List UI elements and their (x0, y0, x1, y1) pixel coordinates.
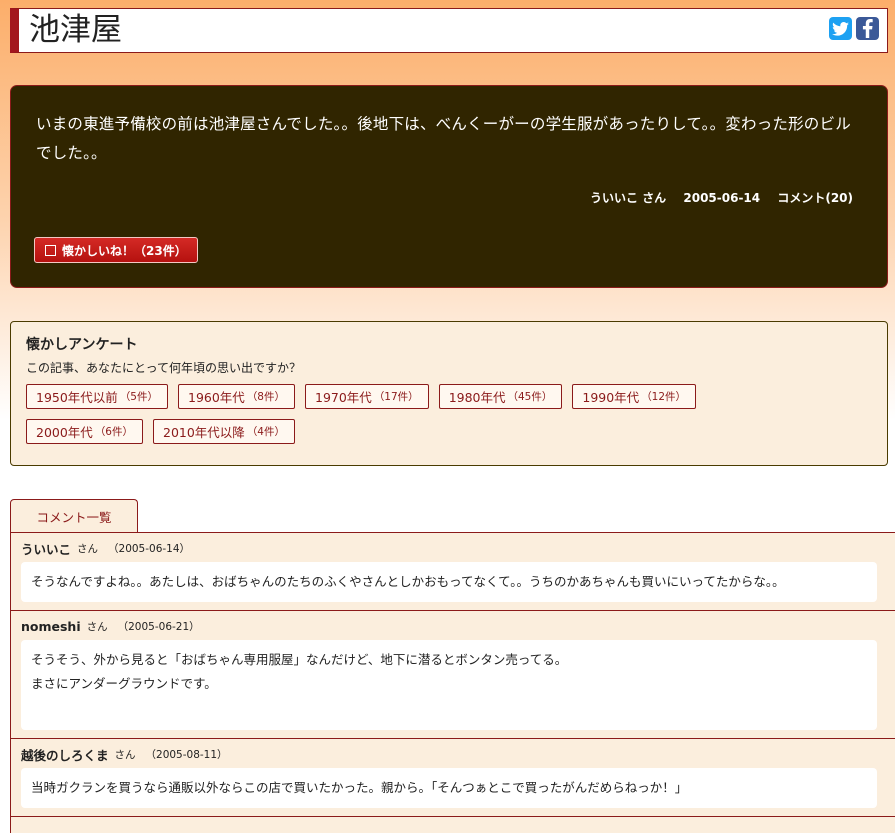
option-label: 1990年代 (582, 390, 640, 405)
option-count: （6件） (94, 426, 133, 438)
story-card: いまの東進予備校の前は池津屋さんでした。。後地下は、べんくーがーの学生服があった… (10, 85, 888, 288)
option-label: 2000年代 (36, 425, 93, 440)
comment-header: 越後のしろくま さん （2005-08-11） (21, 746, 885, 763)
comment-item: ういいこ さん （2005-06-14） そうなんですよね。。あたしは、おばちゃ… (11, 533, 895, 611)
nostalgic-like-button[interactable]: 懐かしいね！（ 23件） (34, 237, 198, 263)
like-count: 23件 (146, 243, 175, 258)
survey-option-1990s[interactable]: 1990年代 （12件） (572, 384, 697, 409)
comment-date: （2005-08-11） (145, 749, 228, 761)
share-buttons (829, 17, 879, 40)
story-meta: ういいこ さん 2005-06-14 コメント(20) (577, 189, 853, 206)
twitter-icon[interactable] (829, 17, 852, 40)
option-count: （8件） (246, 391, 285, 403)
comment-author: nomeshi (21, 619, 81, 634)
comment-honorific: さん (86, 621, 108, 633)
comment-body: そうそう、外から見ると「おばちゃん専用服屋」なんだけど、地下に潜るとボンタン売っ… (21, 640, 877, 730)
option-label: 1950年代以前 (36, 390, 118, 405)
survey-options: 1950年代以前 （5件） 1960年代 （8件） 1970年代 （17件） 1980… (26, 384, 816, 454)
story-comment-count[interactable]: コメント(20) (777, 191, 853, 205)
page-title: 池津屋 (29, 12, 122, 48)
facebook-icon[interactable] (856, 17, 879, 40)
option-count: （12件） (641, 391, 687, 403)
option-count: （5件） (119, 391, 158, 403)
survey-option-1960s[interactable]: 1960年代 （8件） (178, 384, 295, 409)
checkbox-icon (45, 244, 56, 256)
comment-line: そうそう、外から見ると「おばちゃん専用服屋」なんだけど、地下に潜るとボンタン売っ… (31, 652, 568, 667)
option-label: 2010年代以降 (163, 425, 245, 440)
survey-title: 懐かしアンケート (26, 337, 138, 353)
like-close: ） (174, 243, 187, 258)
like-label: 懐かしいね！（ (62, 243, 147, 258)
tab-comment-list[interactable]: コメント一覧 (10, 499, 138, 533)
option-label: 1980年代 (448, 390, 506, 405)
story-date: 2005-06-14 (683, 191, 761, 205)
page-title-bar: 池津屋 (10, 8, 888, 53)
comment-honorific: さん (114, 749, 136, 761)
comment-line: そうなんですよね。。あたしは、おばちゃんのたちのふくやさんとしかおもってなくて。… (31, 574, 785, 589)
survey-option-2010s[interactable]: 2010年代以降 （4件） (153, 419, 295, 444)
survey-option-1950s[interactable]: 1950年代以前 （5件） (26, 384, 168, 409)
option-label: 1970年代 (315, 390, 372, 405)
comment-body: そうなんですよね。。あたしは、おばちゃんのたちのふくやさんとしかおもってなくて。… (21, 562, 877, 602)
comment-list: ういいこ さん （2005-06-14） そうなんですよね。。あたしは、おばちゃ… (10, 532, 895, 833)
comment-author: ういいこ (21, 542, 72, 557)
survey-option-1970s[interactable]: 1970年代 （17件） (305, 384, 429, 409)
survey-option-1980s[interactable]: 1980年代 （45件） (438, 384, 563, 409)
comment-line: まさにアンダーグラウンドです。 (31, 676, 217, 691)
comment-date: （2005-06-14） (108, 543, 191, 555)
comment-line: 当時ガクランを買うなら通販以外ならこの店で買いたかった。親から。「そんつぁとこで… (31, 780, 688, 795)
comment-header: nomeshi さん （2005-06-21） (21, 618, 885, 635)
survey-question: この記事、あなたにとって何年頃の思い出ですか？ (26, 361, 302, 375)
comment-item: 越後のしろくま さん （2005-08-11） 当時ガクランを買うなら通販以外な… (11, 739, 895, 817)
comment-author: 越後のしろくま (21, 748, 109, 763)
option-count: （4件） (246, 426, 285, 438)
comment-date: （2005-06-21） (117, 621, 200, 633)
story-body: いまの東進予備校の前は池津屋さんでした。。後地下は、べんくーがーの学生服があった… (36, 115, 851, 162)
option-count: （45件） (507, 391, 553, 403)
comment-honorific: さん (77, 543, 99, 555)
survey-option-2000s[interactable]: 2000年代 （6件） (26, 419, 143, 444)
option-label: 1960年代 (188, 390, 245, 405)
story-author: ういいこ さん (590, 191, 667, 205)
option-count: （17件） (373, 391, 419, 403)
comment-body: 当時ガクランを買うなら通販以外ならこの店で買いたかった。親から。「そんつぁとこで… (21, 768, 877, 808)
comment-item: nomeshi さん （2005-06-21） そうそう、外から見ると「おばちゃ… (11, 611, 895, 739)
comment-header: ういいこ さん （2005-06-14） (21, 540, 885, 557)
nostalgia-survey: 懐かしアンケート この記事、あなたにとって何年頃の思い出ですか？ 1950年代以… (10, 321, 888, 466)
